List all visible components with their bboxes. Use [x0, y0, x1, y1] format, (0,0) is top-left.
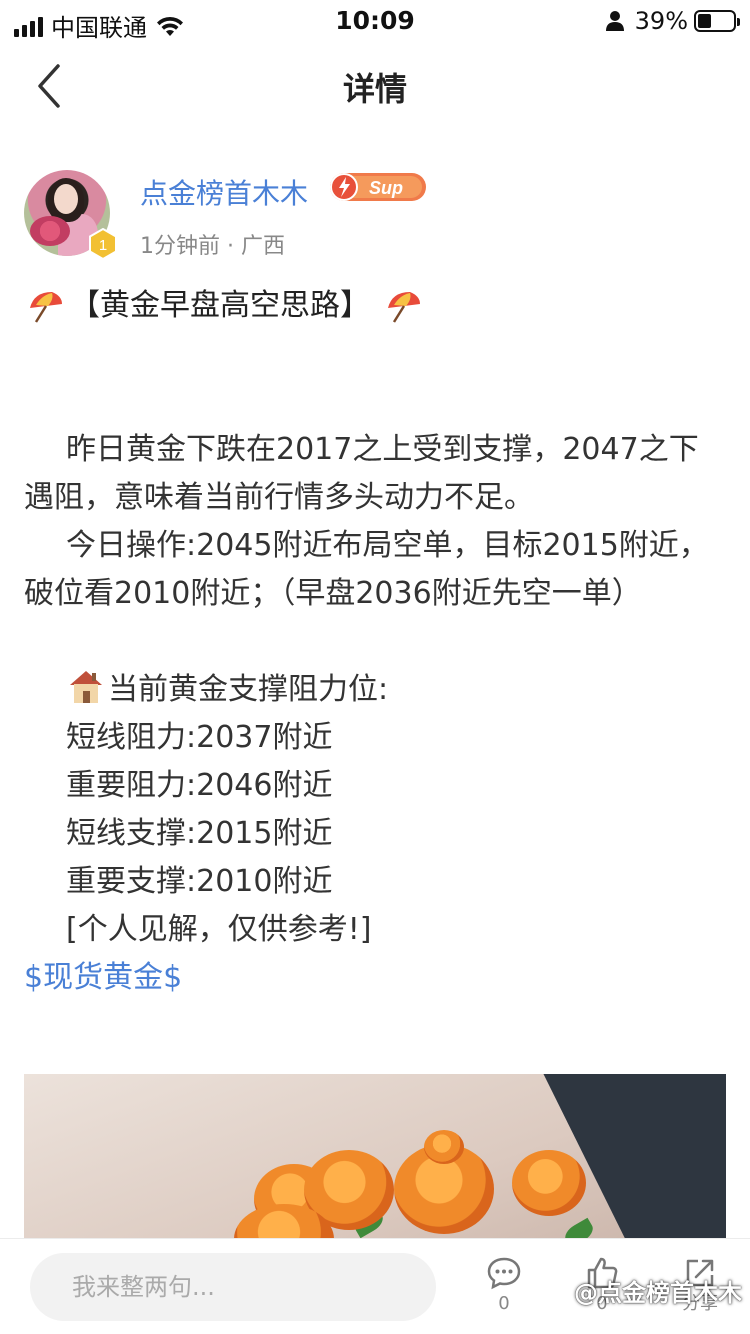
author-header: 1 点金榜首木木 Sup 1分钟前 · 广西 [24, 168, 726, 268]
level-item: 重要阻力:2046附近 [66, 768, 333, 803]
share-label: 分享 [682, 1293, 718, 1314]
analysis-paragraph: 昨日黄金下跌在2017之上受到支撑，2047之下遇阻，意味着当前行情多头动力不足… [24, 432, 699, 515]
battery-cap [737, 18, 740, 26]
battery-percent: 39% [634, 7, 688, 35]
battery-icon [694, 10, 740, 32]
umbrella-icon [30, 292, 62, 323]
like-count: 0 [596, 1293, 608, 1314]
post-title: 【黄金早盘高空思路】 [24, 282, 726, 330]
status-right: 39% [605, 7, 740, 35]
levels-heading: 当前黄金支撑阻力位: [24, 666, 726, 714]
battery-level [698, 14, 712, 28]
person-icon [605, 11, 624, 31]
comment-icon [487, 1257, 521, 1290]
level-item: 短线支撑:2015附近 [66, 816, 333, 851]
topic-tag[interactable]: $现货黄金$ [24, 960, 182, 995]
share-icon [686, 1259, 714, 1287]
sup-badge-label: Sup [369, 178, 403, 198]
levels-heading-text: 当前黄金支撑阻力位: [108, 672, 389, 707]
post-title-text: 【黄金早盘高空思路】 [70, 288, 370, 323]
bottom-action-bar: 我来整两句... 0 0 分享 @点金榜首木木 [0, 1238, 750, 1334]
like-button[interactable]: 0 [572, 1253, 632, 1333]
comment-count: 0 [498, 1293, 510, 1314]
avatar-flowers [30, 216, 70, 246]
sup-badge-icon: Sup [330, 173, 426, 201]
disclaimer: [个人见解，仅供参考!] [66, 912, 372, 947]
level-number: 1 [99, 237, 107, 254]
avatar-face [54, 184, 78, 214]
level-item: 重要支撑:2010附近 [66, 864, 333, 899]
umbrella-icon [388, 292, 420, 323]
operation-paragraph: 今日操作:2045附近布局空单，目标2015附近，破位看2010附近；（早盘20… [24, 528, 709, 611]
page-title: 详情 [342, 70, 407, 108]
level-item: 短线阻力:2037附近 [66, 720, 333, 755]
image-rose [512, 1150, 586, 1216]
post-image[interactable] [24, 1074, 726, 1244]
status-bar: 中国联通 10:09 39% [0, 0, 750, 42]
author-name[interactable]: 点金榜首木木 [140, 172, 308, 212]
level-badge-icon: 1 [89, 228, 117, 260]
post-meta: 1分钟前 · 广西 [140, 234, 285, 259]
thumbs-up-icon [587, 1257, 618, 1289]
image-rose [424, 1130, 464, 1164]
comment-input[interactable]: 我来整两句... [30, 1253, 436, 1321]
post-content: 【黄金早盘高空思路】 昨日黄金下跌在2017之上受到支撑，2047之下遇阻，意味… [24, 282, 726, 1002]
nav-bar: 详情 [0, 40, 750, 132]
house-icon [70, 671, 102, 703]
topic-tag-row: $现货黄金$ [24, 954, 726, 1002]
comment-button[interactable]: 0 [474, 1253, 534, 1333]
share-button[interactable]: 分享 [670, 1253, 730, 1333]
